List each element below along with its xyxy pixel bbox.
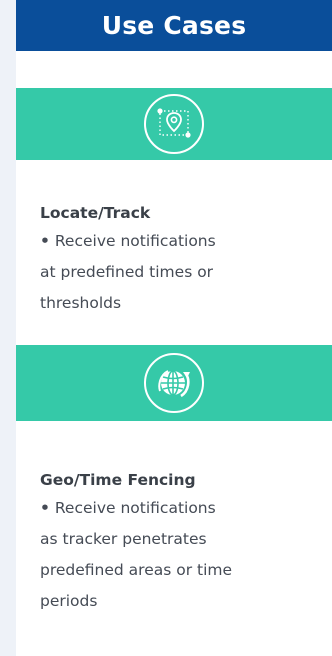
body-line: Receive notifications [54,232,216,250]
locate-track-line-1: • Receive notifications [40,226,310,257]
geo-time-fencing-line-1: • Receive notifications [40,493,310,524]
geo-time-fencing-icon-band [16,345,332,421]
bullet: • [40,499,50,517]
use-cases-card: Use Cases Locate/Track • Receive notific… [16,0,332,656]
locate-track-section: Locate/Track • Receive notifications at … [40,200,310,319]
bullet: • [40,232,50,250]
location-pin-area-icon [144,94,204,154]
locate-track-line-3: thresholds [40,294,122,312]
geo-time-fencing-description: • Receive notifications as tracker penet… [40,493,310,617]
geo-time-fencing-line-2: as tracker penetrates [40,530,207,548]
body-line: Receive notifications [54,499,216,517]
geo-time-fencing-line-4: periods [40,592,98,610]
geo-time-fencing-section: Geo/Time Fencing • Receive notifications… [40,467,310,617]
locate-track-title: Locate/Track [40,204,151,222]
locate-track-icon-band [16,88,332,160]
geo-time-fencing-title: Geo/Time Fencing [40,471,196,489]
page-title: Use Cases [101,11,247,40]
use-cases-header: Use Cases [16,0,332,51]
locate-track-description: • Receive notifications at predefined ti… [40,226,310,319]
locate-track-line-2: at predefined times or [40,263,214,281]
geo-time-fencing-line-3: predefined areas or time [40,561,233,579]
globe-arrow-icon [144,353,204,413]
